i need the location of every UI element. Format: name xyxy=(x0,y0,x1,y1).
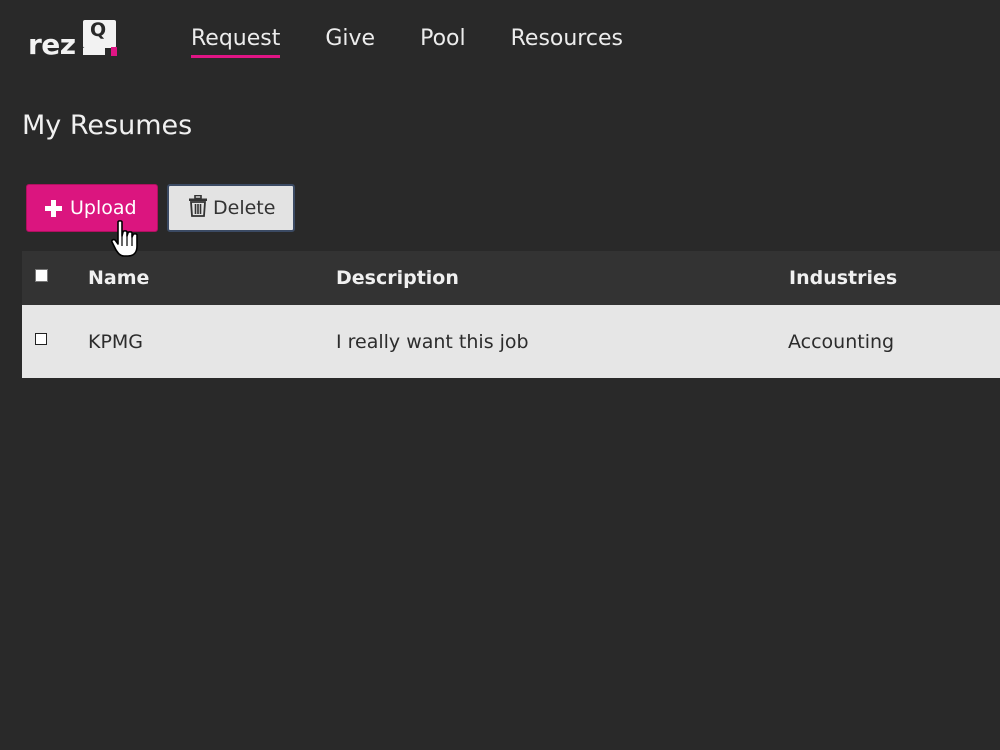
column-header-description[interactable]: Description xyxy=(336,267,459,289)
nav-give[interactable]: Give xyxy=(325,25,375,58)
nav-pool[interactable]: Pool xyxy=(420,25,466,58)
upload-button-label: Upload xyxy=(70,197,137,219)
column-header-industries[interactable]: Industries xyxy=(789,267,897,289)
select-all-checkbox[interactable] xyxy=(35,269,48,282)
logo-bar xyxy=(83,48,105,55)
hand-pointer-cursor-icon xyxy=(110,220,142,264)
logo-text: rez xyxy=(28,28,76,61)
app-page: rez Q Request Give Pool Resources My Res… xyxy=(0,0,1000,750)
table-header-row: Name Description Industries xyxy=(22,251,1000,305)
cell-industries: Accounting xyxy=(788,331,895,353)
logo-q-mark: Q xyxy=(90,19,107,41)
nav-request[interactable]: Request xyxy=(191,25,281,58)
table-row[interactable]: KPMG I really want this job Accounting xyxy=(22,305,1000,378)
rezq-logo[interactable]: rez Q xyxy=(28,18,120,62)
delete-button[interactable]: Delete xyxy=(167,184,295,232)
logo-accent xyxy=(111,47,117,56)
resumes-table: Name Description Industries KPMG I reall… xyxy=(22,251,1000,378)
plus-icon xyxy=(45,199,62,217)
row-checkbox[interactable] xyxy=(35,333,47,345)
main-nav: Request Give Pool Resources xyxy=(191,25,668,58)
nav-resources[interactable]: Resources xyxy=(511,25,623,58)
cell-description: I really want this job xyxy=(336,331,529,353)
cell-name: KPMG xyxy=(88,331,144,353)
page-title: My Resumes xyxy=(22,110,193,141)
delete-button-label: Delete xyxy=(213,197,276,219)
trash-icon xyxy=(188,194,208,222)
column-header-name[interactable]: Name xyxy=(88,267,149,289)
